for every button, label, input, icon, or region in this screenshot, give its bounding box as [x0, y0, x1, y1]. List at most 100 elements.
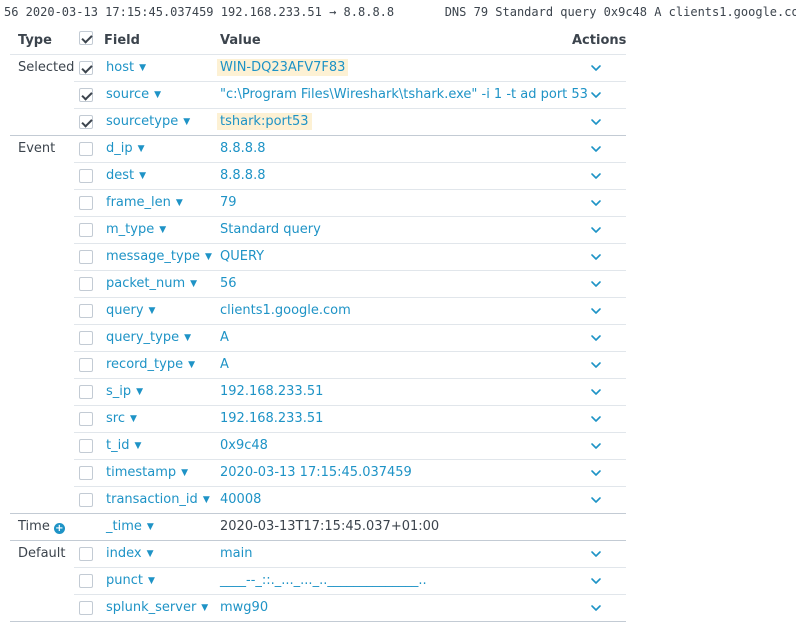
field-value[interactable]: A [220, 330, 229, 345]
chevron-down-icon[interactable] [590, 278, 602, 290]
field-group-name: Time [18, 519, 50, 534]
caret-down-icon: ▼ [146, 549, 154, 559]
field-checkbox[interactable] [79, 547, 93, 561]
chevron-down-icon[interactable] [590, 251, 602, 263]
field-name-menu[interactable]: dest ▼ [106, 168, 146, 183]
field-group-label: Time + [18, 519, 65, 534]
field-name-menu[interactable]: _time ▼ [106, 519, 154, 534]
field-value[interactable]: 8.8.8.8 [220, 141, 265, 156]
chevron-down-icon[interactable] [590, 62, 602, 74]
chevron-down-icon[interactable] [590, 494, 602, 506]
chevron-down-icon[interactable] [590, 413, 602, 425]
field-value[interactable]: 79 [220, 195, 237, 210]
field-name-label: splunk_server [106, 600, 197, 615]
field-value[interactable]: 56 [220, 276, 237, 291]
plus-circle-icon[interactable]: + [53, 523, 65, 534]
row-divider [74, 270, 626, 271]
field-name-menu[interactable]: sourcetype ▼ [106, 114, 190, 129]
field-name-label: timestamp [106, 465, 177, 480]
field-group-name: Default [18, 546, 66, 561]
field-checkbox[interactable] [79, 412, 93, 426]
caret-down-icon: ▼ [183, 117, 191, 127]
field-checkbox[interactable] [79, 466, 93, 480]
chevron-down-icon[interactable] [590, 575, 602, 587]
field-value[interactable]: 2020-03-13 17:15:45.037459 [220, 465, 412, 480]
field-name-label: index [106, 546, 142, 561]
chevron-down-icon[interactable] [590, 602, 602, 614]
field-checkbox[interactable] [79, 358, 93, 372]
field-name-menu[interactable]: timestamp ▼ [106, 465, 188, 480]
field-name-menu[interactable]: s_ip ▼ [106, 384, 143, 399]
field-value[interactable]: ____--_::._..._..._..______________.. [220, 573, 427, 588]
field-checkbox[interactable] [79, 61, 93, 75]
field-checkbox[interactable] [79, 331, 93, 345]
chevron-down-icon[interactable] [590, 332, 602, 344]
field-name-menu[interactable]: query_type ▼ [106, 330, 191, 345]
row-divider [74, 324, 626, 325]
field-value[interactable]: 40008 [220, 492, 261, 507]
chevron-down-icon[interactable] [590, 440, 602, 452]
field-checkbox[interactable] [79, 250, 93, 264]
row-divider [10, 513, 626, 514]
field-name-menu[interactable]: d_ip ▼ [106, 141, 145, 156]
field-checkbox[interactable] [79, 196, 93, 210]
field-value[interactable]: 192.168.233.51 [220, 411, 323, 426]
field-name-menu[interactable]: query ▼ [106, 303, 155, 318]
field-value[interactable]: mwg90 [220, 600, 268, 615]
chevron-down-icon[interactable] [590, 359, 602, 371]
field-value[interactable]: 0x9c48 [220, 438, 268, 453]
field-name-menu[interactable]: t_id ▼ [106, 438, 141, 453]
field-value[interactable]: clients1.google.com [220, 303, 351, 318]
field-name-label: t_id [106, 438, 130, 453]
field-value[interactable]: 8.8.8.8 [220, 168, 265, 183]
chevron-down-icon[interactable] [590, 89, 602, 101]
field-value[interactable]: main [220, 546, 252, 561]
select-all-checkbox[interactable] [79, 31, 93, 45]
chevron-down-icon[interactable] [590, 305, 602, 317]
field-checkbox[interactable] [79, 574, 93, 588]
field-name-menu[interactable]: frame_len ▼ [106, 195, 183, 210]
field-checkbox[interactable] [79, 115, 93, 129]
chevron-down-icon[interactable] [590, 467, 602, 479]
caret-down-icon: ▼ [139, 63, 146, 73]
field-checkbox[interactable] [79, 142, 93, 156]
chevron-down-icon[interactable] [590, 170, 602, 182]
field-name-menu[interactable]: source ▼ [106, 87, 161, 102]
chevron-down-icon[interactable] [590, 548, 602, 560]
field-checkbox[interactable] [79, 493, 93, 507]
chevron-down-icon[interactable] [590, 197, 602, 209]
field-name-menu[interactable]: splunk_server ▼ [106, 600, 208, 615]
column-header-value: Value [220, 33, 261, 48]
field-name-menu[interactable]: message_type ▼ [106, 249, 212, 264]
field-checkbox[interactable] [79, 385, 93, 399]
field-name-menu[interactable]: packet_num ▼ [106, 276, 197, 291]
caret-down-icon: ▼ [204, 252, 212, 262]
field-value[interactable]: WIN-DQ23AFV7F83 [217, 59, 349, 76]
field-checkbox[interactable] [79, 439, 93, 453]
field-checkbox[interactable] [79, 223, 93, 237]
field-value[interactable]: 192.168.233.51 [220, 384, 323, 399]
field-name-menu[interactable]: record_type ▼ [106, 357, 195, 372]
field-name-menu[interactable]: src ▼ [106, 411, 137, 426]
field-value[interactable]: Standard query [220, 222, 321, 237]
field-value[interactable]: QUERY [220, 249, 264, 264]
chevron-down-icon[interactable] [590, 143, 602, 155]
field-checkbox[interactable] [79, 169, 93, 183]
field-name-menu[interactable]: index ▼ [106, 546, 154, 561]
field-value[interactable]: A [220, 357, 229, 372]
field-checkbox[interactable] [79, 88, 93, 102]
chevron-down-icon[interactable] [590, 224, 602, 236]
field-name-menu[interactable]: host ▼ [106, 60, 146, 75]
field-value[interactable]: tshark:port53 [217, 113, 312, 130]
field-name-label: source [106, 87, 150, 102]
field-checkbox[interactable] [79, 277, 93, 291]
field-name-menu[interactable]: punct ▼ [106, 573, 155, 588]
field-value[interactable]: "c:\Program Files\Wireshark\tshark.exe" … [220, 87, 588, 102]
field-name-menu[interactable]: m_type ▼ [106, 222, 166, 237]
field-name-menu[interactable]: transaction_id ▼ [106, 492, 210, 507]
field-name-label: s_ip [106, 384, 132, 399]
chevron-down-icon[interactable] [590, 386, 602, 398]
field-checkbox[interactable] [79, 304, 93, 318]
field-checkbox[interactable] [79, 601, 93, 615]
chevron-down-icon[interactable] [590, 116, 602, 128]
